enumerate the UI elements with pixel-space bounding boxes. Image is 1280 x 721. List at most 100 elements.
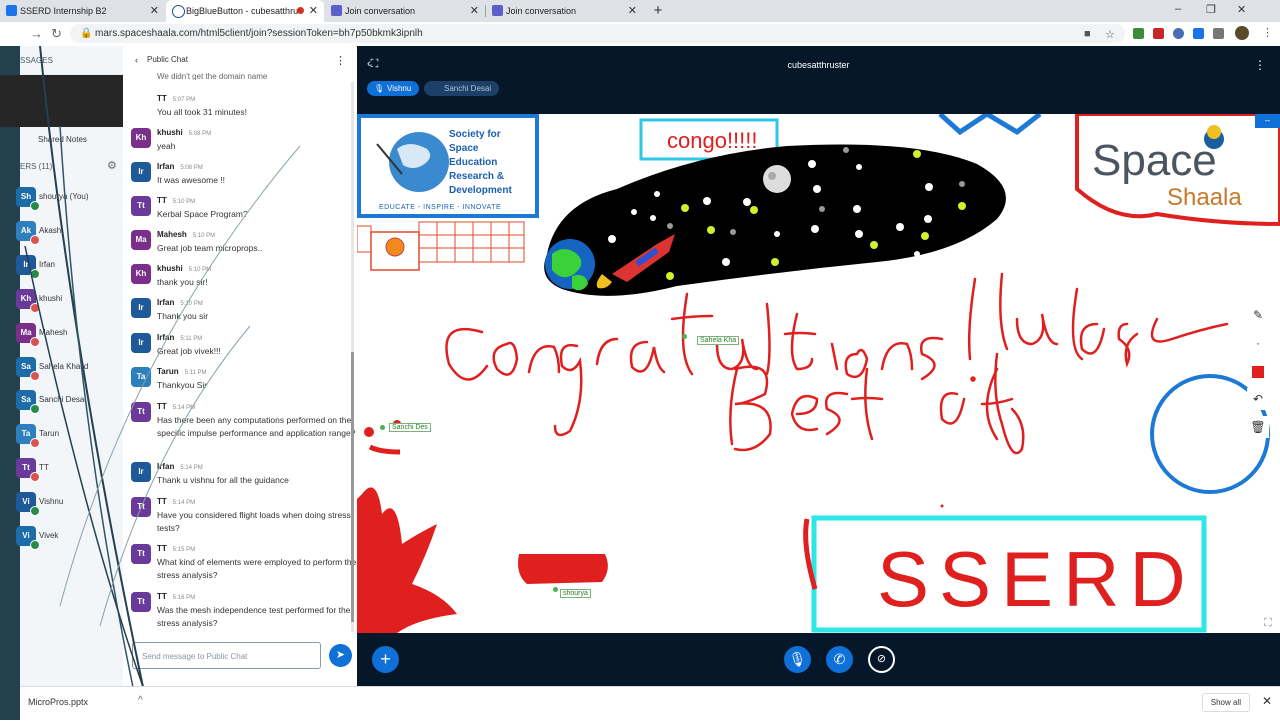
gear-icon[interactable]: ⚙ [107,159,117,172]
user-item[interactable]: Sa Sanchi Desai [16,390,123,414]
phone-button[interactable]: ✆ [826,646,853,673]
muted-icon [30,303,40,313]
teams-icon [331,5,342,16]
color-tool-icon[interactable] [1247,360,1269,382]
add-actions-button[interactable]: + [372,646,399,673]
avatar: Kh [131,264,151,284]
cursor-label: shourya [560,589,591,598]
star-icon[interactable]: ☆ [1105,28,1115,41]
restore-button[interactable]: ❐ [1206,3,1216,16]
avatar: Ir [131,333,151,353]
pdf-extension-icon[interactable] [1153,28,1164,39]
download-bar: MicroPros.pptx ^ Show all ✕ [20,686,1280,721]
slide-left-edge [0,46,20,720]
close-icon[interactable]: ✕ [1262,694,1272,708]
cursor-dot [682,334,687,339]
chat-options-icon[interactable]: ⋮ [335,54,346,67]
status-icon [30,540,40,550]
puzzle-icon[interactable] [1213,28,1224,39]
user-item[interactable]: Ta Tarun [16,424,123,448]
sserd-logo-tagline: EDUCATE - INSPIRE - INNOVATE [379,204,502,211]
minimize-presentation-button[interactable]: – [1255,114,1280,128]
camera-icon[interactable]: ■ [1084,28,1091,40]
send-message-button[interactable]: ➤ [329,644,352,667]
user-item[interactable]: Vi Vishnu [16,492,123,516]
chevron-left-icon[interactable]: ‹ [135,55,138,65]
thickness-tool-icon[interactable]: · [1247,332,1269,354]
close-tab-icon[interactable]: ✕ [309,4,318,17]
show-all-button[interactable]: Show all [1201,693,1250,712]
user-item[interactable]: Sa Sahela Khalid [16,357,123,381]
favicon-icon [6,5,17,16]
close-tab-icon[interactable]: ✕ [628,4,637,17]
cursor-dot [553,587,558,592]
undo-icon[interactable]: ↶ [1247,388,1269,410]
whiteboard-canvas[interactable]: Society for Space Education Research & D… [357,114,1280,633]
microphone-button[interactable]: 🎙 [784,646,811,673]
status-icon [30,404,40,414]
status-icon [30,506,40,516]
user-item[interactable]: Ak Akash [16,221,123,245]
extension-icon[interactable] [1193,28,1204,39]
browser-tab-bigbluebutton[interactable]: BigBlueButton - cubesatthru ✕ [166,0,324,22]
teams-icon [492,5,503,16]
minimize-button[interactable]: – [1175,3,1181,15]
talking-indicator-sanchi[interactable]: Sanchi Desai [424,81,500,96]
user-item[interactable]: Tt TT [16,458,123,482]
user-item[interactable]: Kh khushi [16,289,123,313]
extension-icon[interactable] [1133,28,1144,39]
forward-icon[interactable]: → [30,26,43,41]
user-item[interactable]: Sh shourya (You) [16,187,123,211]
talking-indicator-vishnu[interactable]: 🎙 Vishnu [367,81,420,96]
close-tab-icon[interactable]: ✕ [150,4,159,17]
public-chat-panel: ‹ Public Chat ⋮ We didn't get the domain… [123,46,356,686]
slide-overlay-shape [0,75,125,127]
extension-icon[interactable] [1173,28,1184,39]
shared-notes-item[interactable]: Shared Notes [38,135,87,144]
browser-tab-sserd[interactable]: SSERD Internship B2 ✕ [0,0,165,22]
chat-header: ‹ Public Chat ⋮ [123,46,356,74]
chat-scrollbar[interactable] [351,82,354,632]
avatar: Tt [131,497,151,517]
avatar: Ta [131,367,151,387]
chat-message-input[interactable]: Send message to Public Chat [132,642,321,669]
chat-title: Public Chat [147,55,188,64]
browser-tab-join-conversation-2[interactable]: Join conversation ✕ [486,0,643,22]
chat-partial-message: We didn't get the domain name [157,72,268,80]
spaceshaala-logo-shaala: Shaala [1167,184,1242,211]
close-window-button[interactable]: ✕ [1237,3,1246,16]
profile-avatar[interactable] [1235,26,1249,40]
muted-icon [30,472,40,482]
muted-icon [30,337,40,347]
pencil-tool-icon[interactable]: ✎ [1247,304,1269,326]
user-item[interactable]: Vi Vivek [16,526,123,550]
avatar: Ir [131,298,151,318]
cursor-label: Sahela Kha [697,336,740,345]
fullscreen-icon[interactable]: ⛶ [1264,617,1272,630]
bigbluebutton-favicon-icon [172,5,185,18]
avatar: Tt [131,402,151,422]
action-bar: + 🎙 ✆ ⊘ [357,633,1280,686]
reload-icon[interactable]: ↻ [51,26,62,42]
cursor-dot [380,425,385,430]
congo-text: congo!!!!! [667,128,758,153]
user-item[interactable]: Ma Mahesh [16,323,123,347]
menu-icon[interactable]: ⋮ [1262,26,1273,39]
download-item[interactable]: MicroPros.pptx [28,697,88,707]
browser-tabstrip: SSERD Internship B2 ✕ BigBlueButton - cu… [0,0,1280,22]
options-icon[interactable]: ⋮ [1254,58,1266,72]
clear-trash-icon[interactable]: 🗑 [1247,416,1269,438]
browser-tab-join-conversation[interactable]: Join conversation ✕ [325,0,485,22]
chevron-up-icon[interactable]: ^ [138,695,143,706]
address-bar[interactable]: 🔒 mars.spaceshaala.com/html5client/join?… [70,24,1125,43]
video-off-button[interactable]: ⊘ [868,646,895,673]
scrollbar-thumb[interactable] [351,352,354,622]
recording-icon [297,7,304,14]
status-icon [30,201,40,211]
new-tab-button[interactable]: + [650,3,666,19]
sserd-handwritten-text: SSERD [877,535,1196,623]
avatar: Tt [131,544,151,564]
user-item[interactable]: Ir Irfan [16,255,123,279]
cursor-label: Sanchi Des [389,423,431,432]
close-tab-icon[interactable]: ✕ [470,4,479,17]
